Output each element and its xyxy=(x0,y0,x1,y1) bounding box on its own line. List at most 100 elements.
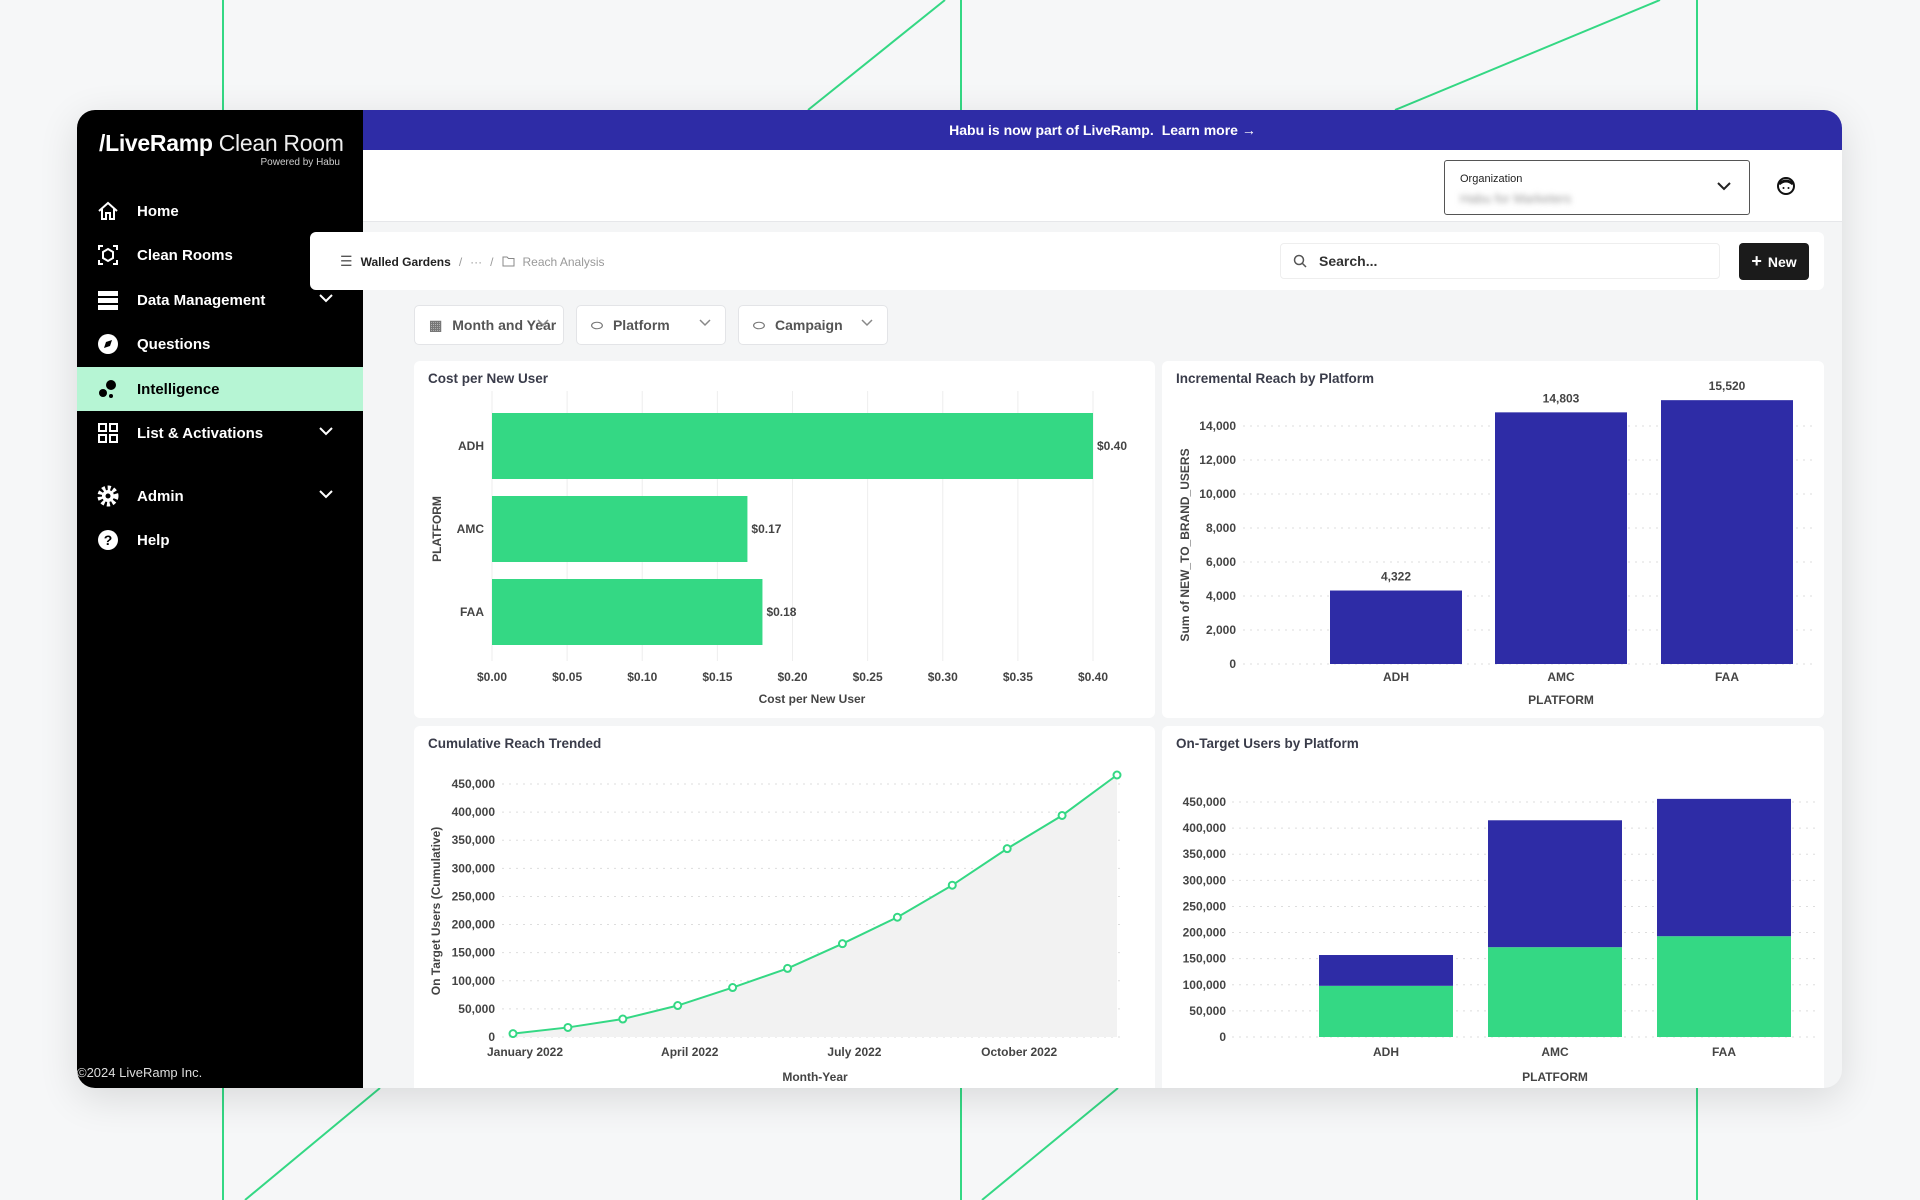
x-tick-label: AMC xyxy=(1541,1045,1569,1059)
y-tick-label: 450,000 xyxy=(1183,795,1227,809)
x-tick-label: $0.05 xyxy=(552,670,582,684)
x-axis-title: PLATFORM xyxy=(1528,693,1594,707)
help-icon: ? xyxy=(95,527,121,553)
y-axis-title: PLATFORM xyxy=(430,496,444,562)
filter-month-and-year[interactable]: ▦ Month and Year xyxy=(414,305,564,345)
bar xyxy=(1330,590,1462,664)
y-tick-label: 14,000 xyxy=(1199,419,1236,433)
sidebar-item-list-activations[interactable]: List & Activations xyxy=(77,411,363,455)
organization-value: Habu for Marketers xyxy=(1460,191,1572,206)
x-tick-label: FAA xyxy=(1712,1045,1736,1059)
powered-by: Powered by Habu xyxy=(260,157,341,168)
chart-cost-per-new-user: Cost per New User $0.00 $0.05 $0.10 $0.15 $0.… xyxy=(414,361,1155,718)
sidebar-item-questions[interactable]: Questions xyxy=(77,322,363,366)
x-tick-label: $0.30 xyxy=(928,670,958,684)
filter-label: Campaign xyxy=(774,317,843,333)
x-tick-label: $0.10 xyxy=(627,670,657,684)
bar xyxy=(492,496,748,562)
chevron-down-icon[interactable] xyxy=(319,489,333,499)
x-tick-label: $0.00 xyxy=(477,670,507,684)
breadcrumb-walled-gardens[interactable]: Walled Gardens xyxy=(361,255,451,269)
chevron-down-icon[interactable] xyxy=(319,426,333,436)
breadcrumb-ellipsis[interactable]: ··· xyxy=(470,255,482,269)
data-label: $0.40 xyxy=(1097,439,1127,453)
search-input[interactable]: Search... xyxy=(1280,243,1720,279)
new-button[interactable]: + New xyxy=(1739,243,1809,280)
calendar-icon: ▦ xyxy=(429,316,443,333)
y-tick-label: 10,000 xyxy=(1199,487,1236,501)
sidebar-item-label: Intelligence xyxy=(137,380,220,398)
sidebar-item-home[interactable]: Home xyxy=(77,189,363,233)
tag-icon: ⬭ xyxy=(753,316,765,333)
sidebar-item-admin[interactable]: Admin xyxy=(77,474,363,518)
compass-icon xyxy=(95,331,121,357)
data-label: 15,520 xyxy=(1709,379,1746,393)
bar-segment xyxy=(1657,798,1791,937)
x-tick-label: $0.40 xyxy=(1078,670,1108,684)
y-tick-label: FAA xyxy=(460,605,484,619)
sidebar-item-intelligence[interactable]: Intelligence xyxy=(77,367,363,411)
chart-incremental-reach: Incremental Reach by Platform 0 2,000 4,000… xyxy=(1162,361,1824,718)
grid-icon xyxy=(95,420,121,446)
bar-segment xyxy=(1319,955,1453,986)
data-point xyxy=(1002,844,1012,854)
data-point xyxy=(673,1001,683,1011)
x-tick-label: FAA xyxy=(1715,670,1739,684)
filter-campaign[interactable]: ⬭ Campaign xyxy=(738,305,888,345)
data-point xyxy=(892,912,902,922)
y-tick-label: 450,000 xyxy=(452,777,496,791)
search-icon xyxy=(1293,254,1307,268)
database-icon xyxy=(95,287,121,313)
data-point xyxy=(1057,810,1067,820)
sidebar-item-label: Admin xyxy=(137,487,184,505)
data-point xyxy=(728,983,738,993)
learn-more-link[interactable]: Learn more → xyxy=(1162,122,1256,138)
home-icon xyxy=(95,198,121,224)
y-tick-label: 8,000 xyxy=(1206,521,1236,535)
area-fill xyxy=(513,775,1117,1037)
data-point xyxy=(618,1014,628,1024)
x-tick-label: $0.25 xyxy=(853,670,883,684)
search-placeholder: Search... xyxy=(1319,253,1378,269)
y-tick-label: AMC xyxy=(457,522,485,536)
organization-select[interactable]: Organization Habu for Marketers xyxy=(1444,160,1750,215)
x-tick-label: ADH xyxy=(1383,670,1409,684)
sidebar-item-label: Clean Rooms xyxy=(137,246,233,264)
x-axis-title: Month-Year xyxy=(782,1070,848,1084)
bar-segment xyxy=(1488,947,1622,1037)
user-avatar-icon[interactable] xyxy=(1776,176,1796,196)
y-tick-label: 200,000 xyxy=(1183,926,1227,940)
y-tick-label: 350,000 xyxy=(452,833,496,847)
y-tick-label: 50,000 xyxy=(1189,1004,1226,1018)
y-tick-label: 2,000 xyxy=(1206,623,1236,637)
sidebar-item-label: List & Activations xyxy=(137,424,264,442)
y-tick-label: 400,000 xyxy=(452,805,496,819)
y-tick-label: 200,000 xyxy=(452,918,496,932)
breadcrumb: ☰ Walled Gardens / ··· / Reach Analysis xyxy=(340,253,605,270)
y-tick-label: 100,000 xyxy=(452,974,496,988)
y-tick-label: 0 xyxy=(488,1030,495,1044)
breadcrumb-current: Reach Analysis xyxy=(522,254,605,269)
filter-platform[interactable]: ⬭ Platform xyxy=(576,305,726,345)
data-point xyxy=(837,939,847,949)
top-header: Organization Habu for Marketers xyxy=(363,150,1842,222)
sidebar-item-help[interactable]: ? Help xyxy=(77,518,363,562)
y-tick-label: 0 xyxy=(1219,1030,1226,1044)
data-point xyxy=(563,1022,573,1032)
menu-icon[interactable]: ☰ xyxy=(340,253,353,270)
y-tick-label: 50,000 xyxy=(458,1002,495,1016)
x-tick-label: October 2022 xyxy=(981,1045,1057,1059)
x-tick-label: July 2022 xyxy=(827,1045,881,1059)
x-tick-label: $0.20 xyxy=(777,670,807,684)
x-tick-label: January 2022 xyxy=(487,1045,563,1059)
x-tick-label: ADH xyxy=(1373,1045,1399,1059)
y-axis-title: Sum of NEW_TO_BRAND_USERS xyxy=(1178,448,1192,641)
chevron-down-icon[interactable] xyxy=(319,293,333,303)
chevron-down-icon xyxy=(861,319,873,327)
bar xyxy=(1661,400,1793,664)
bar xyxy=(492,579,763,645)
cube-scan-icon xyxy=(95,242,121,268)
organization-label: Organization xyxy=(1460,173,1523,185)
y-tick-label: 150,000 xyxy=(452,946,496,960)
chart-cumulative-reach: Cumulative Reach Trended 0 50,000 100,000 15… xyxy=(414,726,1155,1088)
